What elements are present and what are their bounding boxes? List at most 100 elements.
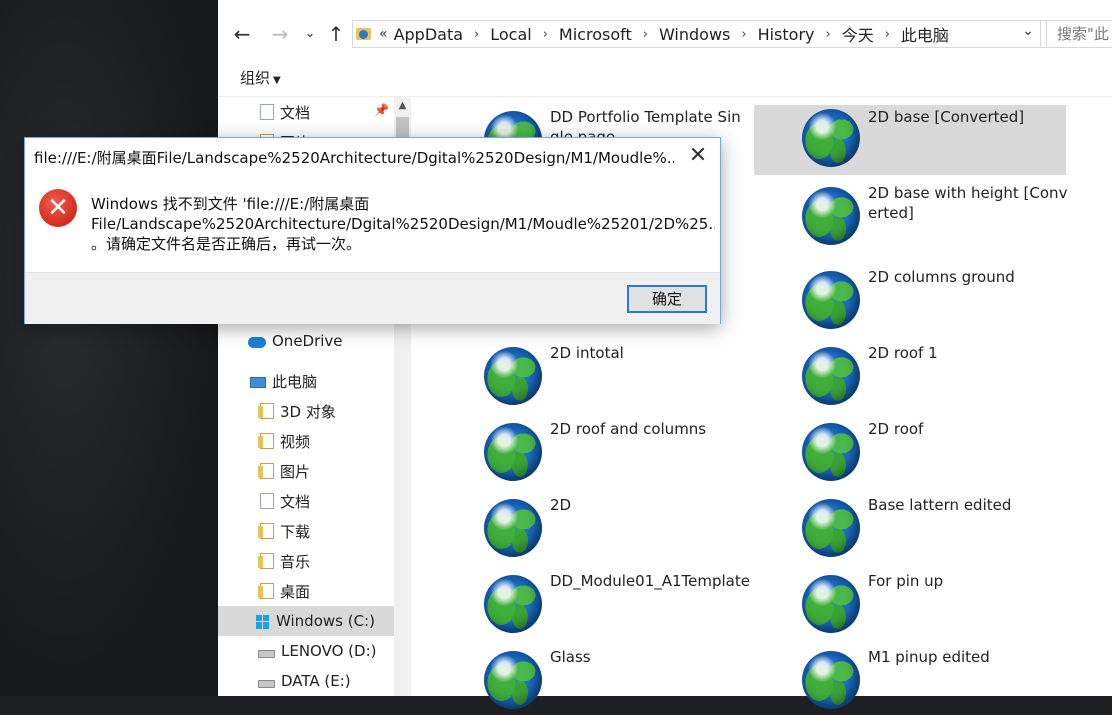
html-file-globe-icon	[802, 109, 860, 167]
forward-button[interactable]: →	[268, 22, 292, 46]
breadcrumb-microsoft[interactable]: Microsoft	[559, 25, 632, 44]
file-name: Base lattern edited	[868, 496, 1012, 514]
chevron-right-icon[interactable]: ›	[643, 27, 648, 42]
scroll-up-arrow-icon[interactable]: ▲	[394, 97, 411, 114]
file-name: 2D columns ground	[868, 268, 1015, 286]
file-item-selected[interactable]: 2D base [Converted]	[754, 105, 1066, 175]
breadcrumb-today[interactable]: 今天	[842, 22, 874, 46]
close-icon[interactable]: ✕	[686, 145, 710, 169]
html-file-globe-icon	[484, 651, 542, 709]
downloads-folder-icon	[258, 523, 274, 539]
chevron-right-icon[interactable]: ›	[885, 27, 890, 42]
html-file-globe-icon	[802, 347, 860, 405]
desktop-background	[0, 0, 218, 696]
file-name: Glass	[550, 648, 591, 666]
sidebar-item-data-e[interactable]: DATA (E:)	[258, 666, 351, 696]
sidebar-item-pictures-2[interactable]: 图片	[258, 456, 310, 486]
file-explorer-window: ← → ⌄ ↑ « AppData › Local › Microsoft › …	[218, 0, 1112, 709]
sidebar-item-desktop[interactable]: 桌面	[258, 576, 311, 606]
dialog-footer: 确定	[25, 272, 720, 324]
search-input[interactable]: 搜索"此	[1046, 20, 1112, 48]
chevron-right-icon[interactable]: ›	[825, 27, 830, 42]
this-pc-icon	[250, 376, 266, 388]
file-name: 2D	[550, 496, 572, 514]
organize-menu-button[interactable]: 组织 ▼	[240, 67, 281, 88]
breadcrumb-appdata[interactable]: AppData	[394, 25, 463, 44]
breadcrumb-this-pc[interactable]: 此电脑	[901, 22, 949, 46]
file-item[interactable]: For pin up	[802, 569, 1112, 639]
sidebar-item-label: 下载	[280, 522, 311, 541]
html-file-globe-icon	[484, 423, 542, 481]
file-name: 2D roof	[868, 420, 924, 438]
sidebar-item-windows-c[interactable]: Windows (C:)	[218, 606, 394, 636]
file-name: For pin up	[868, 572, 944, 590]
file-item[interactable]: 2D columns ground	[802, 265, 1112, 335]
chevron-right-icon[interactable]: ›	[543, 27, 548, 42]
file-item[interactable]: 2D	[484, 493, 796, 563]
ok-button[interactable]: 确定	[627, 285, 707, 313]
chevron-right-icon[interactable]: ›	[474, 27, 479, 42]
recent-locations-button[interactable]: ⌄	[298, 22, 322, 46]
sidebar-item-label: 桌面	[280, 582, 311, 601]
sidebar-item-lenovo-d[interactable]: LENOVO (D:)	[258, 636, 376, 666]
onedrive-cloud-icon	[248, 337, 266, 348]
pin-icon[interactable]: 📌	[374, 103, 389, 117]
sidebar-item-label: 3D 对象	[280, 402, 336, 421]
html-file-globe-icon	[484, 347, 542, 405]
command-bar: 组织 ▼	[218, 60, 1112, 97]
sidebar-item-label: 此电脑	[272, 372, 318, 391]
file-name: 2D base [Converted]	[868, 108, 1025, 126]
chevron-down-icon[interactable]: ⌄	[1022, 23, 1034, 39]
documents-folder-icon	[260, 493, 274, 509]
html-file-globe-icon	[802, 651, 860, 709]
file-item[interactable]: 2D roof 1	[802, 341, 1112, 411]
file-item[interactable]: Glass	[484, 645, 796, 715]
file-item[interactable]: 2D base with height [Converted]	[802, 181, 1112, 251]
up-button[interactable]: ↑	[324, 22, 348, 46]
breadcrumb-overflow[interactable]: «	[379, 26, 388, 42]
desktop-folder-icon	[258, 583, 274, 599]
sidebar-item-label: 音乐	[280, 552, 311, 571]
html-file-globe-icon	[802, 423, 860, 481]
pictures-folder-icon	[258, 463, 274, 479]
file-name: 2D roof 1	[868, 344, 938, 362]
dialog-message-line: 。请确定文件名是否正确后，再试一次。	[91, 235, 362, 253]
address-bar[interactable]: « AppData › Local › Microsoft › Windows …	[352, 20, 1041, 48]
sidebar-item-downloads[interactable]: 下载	[258, 516, 311, 546]
3d-objects-folder-icon	[258, 403, 274, 419]
sidebar-item-label: 文档	[280, 103, 311, 122]
chevron-right-icon[interactable]: ›	[741, 27, 746, 42]
file-item[interactable]: Base lattern edited	[802, 493, 1112, 563]
html-file-globe-icon	[802, 575, 860, 633]
file-item[interactable]: 2D roof and columns	[484, 417, 796, 487]
html-file-globe-icon	[484, 499, 542, 557]
dialog-message-line: File/Landscape%2520Architecture/Dgital%2…	[91, 215, 715, 233]
file-item[interactable]: 2D intotal	[484, 341, 796, 411]
sidebar-item-3d-objects[interactable]: 3D 对象	[258, 396, 336, 426]
sidebar-item-videos[interactable]: 视频	[258, 426, 310, 456]
organize-label: 组织	[240, 69, 271, 87]
sidebar-item-documents-2[interactable]: 文档	[260, 486, 310, 516]
breadcrumb-windows[interactable]: Windows	[659, 25, 730, 44]
file-item[interactable]: M1 pinup edited	[802, 645, 1112, 715]
caret-down-icon: ▼	[273, 75, 281, 86]
file-name: 2D intotal	[550, 344, 624, 362]
breadcrumb-local[interactable]: Local	[490, 25, 531, 44]
file-item[interactable]: 2D roof	[802, 417, 1112, 487]
title-bar	[218, 0, 1112, 8]
file-name: 2D roof and columns	[550, 420, 707, 438]
breadcrumb-history[interactable]: History	[758, 25, 815, 44]
html-file-globe-icon	[484, 575, 542, 633]
sidebar-item-music[interactable]: 音乐	[258, 546, 311, 576]
back-button[interactable]: ←	[230, 22, 254, 46]
html-file-globe-icon	[802, 187, 860, 245]
document-folder-icon	[260, 104, 274, 120]
sidebar-item-documents[interactable]: 文档	[260, 97, 310, 127]
sidebar-item-onedrive[interactable]: OneDrive	[248, 326, 343, 356]
music-folder-icon	[258, 553, 274, 569]
sidebar-item-this-pc[interactable]: 此电脑	[250, 366, 317, 396]
html-file-globe-icon	[802, 271, 860, 329]
sidebar-item-label: OneDrive	[272, 332, 343, 350]
sidebar-item-label: DATA (E:)	[281, 672, 351, 690]
file-item[interactable]: DD_Module01_A1Template	[484, 569, 796, 639]
